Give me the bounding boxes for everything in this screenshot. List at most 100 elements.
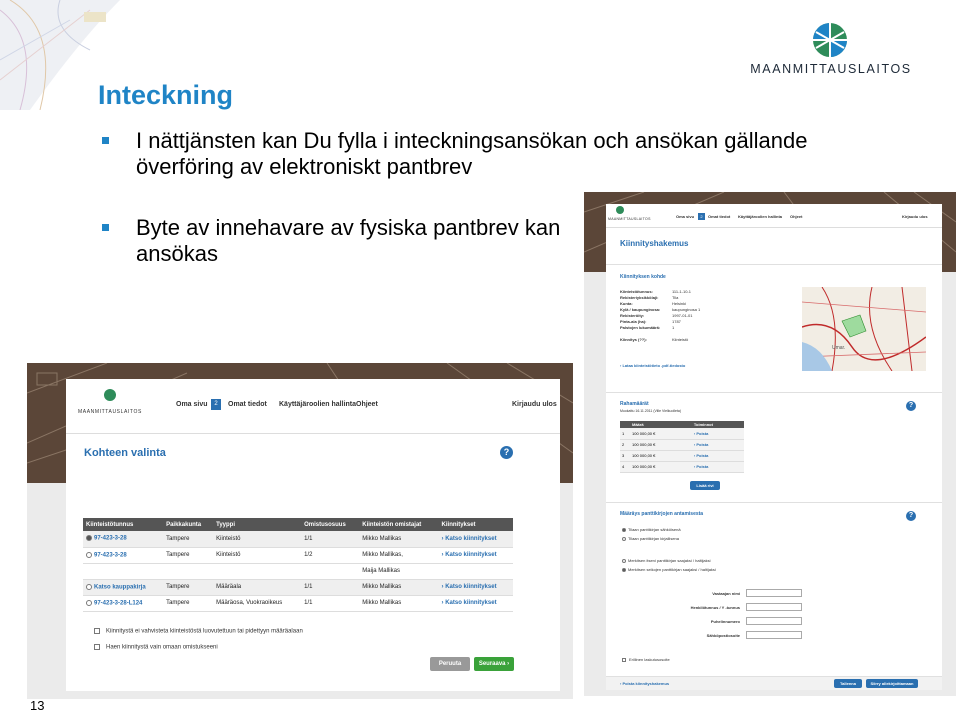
table-cell: Maija Mallikas [359, 563, 439, 580]
content-card: MAANMITTAUSLAITOS Oma sivu 2 Omat tiedot… [606, 204, 942, 690]
table-cell: Tampere [163, 579, 214, 596]
checkbox[interactable] [622, 657, 626, 662]
slide-title: Inteckning [98, 80, 234, 110]
delete-link[interactable]: › Poista [691, 428, 744, 440]
table-cell: Mikko Mallikas [359, 595, 439, 612]
radio-label: Merkitsen itseni panttikirjan saajaksi /… [628, 558, 711, 563]
screenshot-kiinnityshakemus: MAANMITTAUSLAITOS Oma sivu 2 Omat tiedot… [584, 192, 956, 696]
delete-application-link[interactable]: › Poista kiinnityshakemus [620, 681, 669, 686]
form-footer: › Poista kiinnityshakemus Tallenna Siirr… [606, 676, 942, 690]
table-cell: 3 [620, 450, 630, 462]
table-cell [83, 563, 164, 580]
checkbox-label: Haen kiinnitystä vain omaan omistukseeni [106, 644, 218, 651]
field-value: Kiinteistö [672, 337, 689, 342]
save-button[interactable]: Tallenna [834, 679, 862, 688]
column-header: Paikkakunta [163, 518, 214, 531]
view-mortgages-link[interactable]: › Katso kiinnitykset [438, 531, 513, 548]
deed-link[interactable]: Katso kauppakirja [94, 584, 146, 590]
nav-logo-text[interactable]: MAANMITTAUSLAITOS [608, 217, 651, 221]
table-cell: 100 000,00 € [630, 450, 692, 462]
table-row: 1 100 000,00 € › Poista [620, 428, 744, 440]
radio-option[interactable]: Tilaan panttikirjan kirjallisena [622, 536, 679, 541]
radio-option[interactable]: Tilaan panttikirjan sähköisenä [622, 527, 681, 532]
email-input[interactable] [746, 631, 802, 639]
table-cell [213, 563, 302, 580]
radio-button[interactable] [622, 527, 626, 532]
maanmittauslaitos-logo-icon [813, 23, 847, 57]
bullet-text: I nättjänsten kan Du fylla i intecknings… [136, 128, 808, 179]
logout-link[interactable]: Kirjaudu ulos [902, 214, 928, 219]
notification-badge[interactable]: 2 [698, 213, 705, 220]
id-number-input[interactable] [746, 603, 802, 611]
table-row: 97-423-3-28 Tampere Kiinteistö 1/1 Mikko… [83, 531, 513, 548]
nav-item-oma-sivu[interactable]: Oma sivu [676, 214, 694, 219]
help-icon[interactable]: ? [500, 446, 513, 459]
row-radio[interactable] [86, 599, 92, 606]
notification-badge[interactable]: 2 [211, 399, 221, 410]
table-cell [438, 563, 513, 580]
amounts-table: Määrä Toiminnot 1 100 000,00 € › Poista … [620, 421, 744, 473]
target-values: 111-1-10-1 Tila Helsinki kaupunginosa 1 … [672, 289, 732, 343]
column-header: Toiminnot [691, 421, 744, 428]
help-icon[interactable]: ? [906, 401, 916, 411]
view-mortgages-link[interactable]: › Katso kiinnitykset [438, 579, 513, 596]
nav-item-kayttajaroolien-hallinta[interactable]: Käyttäjäroolien hallinta [279, 401, 356, 408]
table-row: 97-423-3-28 Tampere Kiinteistö 1/2 Mikko… [83, 547, 513, 564]
cancel-button[interactable]: Peruuta [430, 657, 470, 671]
content-card: MAANMITTAUSLAITOS Oma sivu 2 Omat tiedot… [66, 379, 560, 691]
next-button[interactable]: Seuraava › [474, 657, 514, 671]
nav-item-omat-tiedot[interactable]: Omat tiedot [708, 214, 730, 219]
download-pdf-link[interactable]: › Lataa kiinteistötieto .pdf-tiedosto [620, 363, 685, 368]
bullet-1: I nättjänsten kan Du fylla i intecknings… [102, 128, 816, 180]
delete-link[interactable]: › Poista [691, 439, 744, 451]
row-radio[interactable] [86, 551, 92, 558]
table-cell: Mikko Mallikas, [359, 547, 439, 564]
delete-link[interactable]: › Poista [691, 461, 744, 473]
nav-item-omat-tiedot[interactable]: Omat tiedot [228, 401, 267, 408]
table-row: 2 100 000,00 € › Poista [620, 439, 744, 451]
property-id-link[interactable]: 97-423-3-28 [94, 536, 127, 542]
view-mortgages-link[interactable]: › Katso kiinnitykset [438, 547, 513, 564]
row-radio[interactable] [86, 583, 92, 590]
bullet-square-icon [102, 224, 109, 231]
delete-link[interactable]: › Poista [691, 450, 744, 462]
checkbox-row[interactable]: Kiinnitystä ei vahvisteta kiinteistöstä … [94, 628, 303, 635]
field-value: 1 [672, 325, 675, 330]
nav-item-ohjeet[interactable]: Ohjeet [790, 214, 802, 219]
property-id-link[interactable]: 97-423-3-28-L124 [94, 600, 142, 606]
nav-item-oma-sivu[interactable]: Oma sivu [176, 401, 208, 408]
table-cell: 1/2 [301, 547, 360, 564]
table-cell: 100 000,00 € [630, 439, 692, 451]
logo-icon [616, 206, 624, 214]
checkbox[interactable] [94, 644, 100, 650]
radio-button[interactable] [622, 536, 626, 541]
add-row-button[interactable]: Lisää rivi [690, 481, 720, 490]
logout-link[interactable]: Kirjaudu ulos [512, 401, 557, 408]
checkbox-row[interactable]: Erillinen laskutusosoite [622, 657, 670, 662]
table-cell: Tampere [163, 595, 214, 612]
table-cell: 100 000,00 € [630, 428, 692, 440]
row-radio[interactable] [86, 535, 92, 542]
radio-option[interactable]: Merkitsen itseni panttikirjan saajaksi /… [622, 558, 710, 563]
help-icon[interactable]: ? [906, 511, 916, 521]
radio-button[interactable] [622, 567, 626, 572]
view-mortgages-link[interactable]: › Katso kiinnitykset [438, 595, 513, 612]
property-id-link[interactable]: 97-423-3-28 [94, 552, 127, 558]
recipient-name-input[interactable] [746, 589, 802, 597]
table-cell: 2 [620, 439, 630, 451]
radio-button[interactable] [622, 558, 626, 563]
checkbox-row[interactable]: Haen kiinnitystä vain omaan omistukseeni [94, 644, 218, 651]
nav-logo[interactable]: MAANMITTAUSLAITOS [78, 389, 142, 419]
sign-button[interactable]: Siirry allekirjoittamaan [866, 679, 918, 688]
radio-option[interactable]: Merkitsen seikojen panttikirjan saajaksi… [622, 567, 716, 572]
phone-input[interactable] [746, 617, 802, 625]
top-navigation: MAANMITTAUSLAITOS Oma sivu 2 Omat tiedot… [66, 379, 560, 434]
property-map[interactable]: Umar. [802, 287, 926, 371]
top-navigation: MAANMITTAUSLAITOS Oma sivu 2 Omat tiedot… [606, 204, 942, 228]
panel-title: Määräys panttikirjojen antamisesta [620, 511, 704, 517]
nav-item-ohjeet[interactable]: Ohjeet [356, 401, 378, 408]
nav-item-kayttajaroolien-hallinta[interactable]: Käyttäjäroolien hallinta [738, 214, 782, 219]
checkbox[interactable] [94, 628, 100, 634]
column-header: Kiinteistötunnus [83, 518, 164, 531]
field-label: Vastaajan nimi [712, 591, 740, 596]
